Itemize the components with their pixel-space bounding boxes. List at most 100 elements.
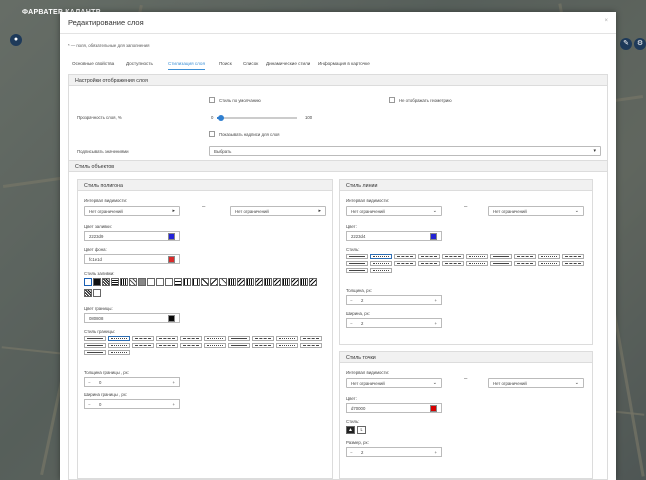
- line-style-option[interactable]: [132, 336, 154, 341]
- fill-pattern-option[interactable]: [93, 289, 101, 297]
- tab-dynamic-styles[interactable]: Динамические стили: [266, 61, 310, 66]
- line-style-option[interactable]: [276, 343, 298, 348]
- line-style-option[interactable]: [252, 343, 274, 348]
- fill-pattern-option[interactable]: [201, 278, 209, 286]
- tab-layer-styling[interactable]: Стилизация слоя: [168, 61, 205, 70]
- minus-icon[interactable]: −: [350, 450, 353, 455]
- line-visibility-from-select[interactable]: Нет ограничений ⌄: [346, 206, 442, 216]
- line-visibility-to-select[interactable]: Нет ограничений ⌄: [488, 206, 584, 216]
- fill-pattern-option[interactable]: [147, 278, 155, 286]
- fill-pattern-option[interactable]: [102, 278, 110, 286]
- fill-pattern-option[interactable]: [309, 278, 317, 286]
- line-style-option[interactable]: [490, 254, 512, 259]
- fill-pattern-option[interactable]: [273, 278, 281, 286]
- line-style-option[interactable]: [538, 261, 560, 266]
- line-style-option[interactable]: [370, 254, 392, 259]
- fill-pattern-option[interactable]: [183, 278, 191, 286]
- line-style-option[interactable]: [562, 261, 584, 266]
- tab-list[interactable]: Список: [243, 61, 258, 66]
- fill-pattern-option[interactable]: [246, 278, 254, 286]
- line-style-option[interactable]: [346, 261, 368, 266]
- background-color-swatch[interactable]: [168, 256, 175, 263]
- line-style-option[interactable]: [108, 343, 130, 348]
- fill-pattern-option[interactable]: [84, 278, 92, 286]
- line-style-option[interactable]: [442, 261, 464, 266]
- fill-pattern-option[interactable]: [192, 278, 200, 286]
- border-color-input[interactable]: 080808: [84, 313, 180, 323]
- fill-pattern-option[interactable]: [93, 278, 101, 286]
- border-thickness-stepper[interactable]: − 0 +: [84, 377, 180, 387]
- line-style-option[interactable]: [228, 343, 250, 348]
- show-labels-checkbox[interactable]: [209, 131, 215, 137]
- line-style-option[interactable]: [442, 254, 464, 259]
- point-color-swatch[interactable]: [430, 405, 437, 412]
- fill-color-swatch[interactable]: [168, 233, 175, 240]
- edit-icon[interactable]: ✎: [620, 38, 632, 50]
- line-style-option[interactable]: [514, 261, 536, 266]
- polygon-visibility-from-select[interactable]: Нет ограничений ▸: [84, 206, 180, 216]
- line-style-option[interactable]: [300, 343, 322, 348]
- line-style-option[interactable]: [84, 343, 106, 348]
- border-color-swatch[interactable]: [168, 315, 175, 322]
- fill-color-input[interactable]: 2223d9: [84, 231, 180, 241]
- tab-card-info[interactable]: Информация в карточке: [318, 61, 370, 66]
- line-style-option[interactable]: [346, 268, 368, 273]
- fill-pattern-option[interactable]: [237, 278, 245, 286]
- line-style-option[interactable]: [394, 261, 416, 266]
- close-icon[interactable]: ×: [604, 18, 608, 24]
- minus-icon[interactable]: −: [88, 380, 91, 385]
- point-size-stepper[interactable]: − 2 +: [346, 447, 442, 457]
- line-style-option[interactable]: [276, 336, 298, 341]
- fill-pattern-option[interactable]: [219, 278, 227, 286]
- fill-pattern-option[interactable]: [264, 278, 272, 286]
- tab-main-properties[interactable]: Основные свойства: [72, 61, 114, 66]
- line-style-option[interactable]: [370, 261, 392, 266]
- plus-icon[interactable]: +: [172, 380, 175, 385]
- fill-pattern-option[interactable]: [111, 278, 119, 286]
- minus-icon[interactable]: −: [350, 321, 353, 326]
- line-style-option[interactable]: [132, 343, 154, 348]
- line-style-option[interactable]: [418, 261, 440, 266]
- polygon-visibility-to-select[interactable]: Нет ограничений ▸: [230, 206, 326, 216]
- line-width-stepper[interactable]: − 2 +: [346, 318, 442, 328]
- fill-pattern-option[interactable]: [165, 278, 173, 286]
- line-style-option[interactable]: [84, 350, 106, 355]
- line-style-option[interactable]: [252, 336, 274, 341]
- line-style-option[interactable]: [466, 254, 488, 259]
- line-style-option[interactable]: [204, 343, 226, 348]
- settings-icon[interactable]: ⚙: [634, 38, 646, 50]
- fill-pattern-option[interactable]: [255, 278, 263, 286]
- background-color-input[interactable]: fc1e1d: [84, 254, 180, 264]
- fill-pattern-option[interactable]: [228, 278, 236, 286]
- border-width-stepper[interactable]: − 0 +: [84, 399, 180, 409]
- opacity-slider-track[interactable]: [217, 117, 297, 119]
- fill-pattern-option[interactable]: [138, 278, 146, 286]
- plus-icon[interactable]: +: [434, 450, 437, 455]
- line-style-option[interactable]: [514, 254, 536, 259]
- line-style-option[interactable]: [108, 336, 130, 341]
- plus-icon[interactable]: +: [434, 298, 437, 303]
- line-style-option[interactable]: [180, 336, 202, 341]
- fill-pattern-option[interactable]: [84, 289, 92, 297]
- line-style-option[interactable]: [394, 254, 416, 259]
- line-style-option[interactable]: [180, 343, 202, 348]
- minus-icon[interactable]: −: [88, 402, 91, 407]
- line-color-input[interactable]: 2223d4: [346, 231, 442, 241]
- line-style-option[interactable]: [346, 254, 368, 259]
- plus-icon[interactable]: +: [434, 321, 437, 326]
- line-style-option[interactable]: [370, 268, 392, 273]
- line-style-option[interactable]: [466, 261, 488, 266]
- line-style-option[interactable]: [562, 254, 584, 259]
- line-thickness-stepper[interactable]: − 2 +: [346, 295, 442, 305]
- hide-geometry-checkbox[interactable]: [389, 97, 395, 103]
- plus-icon[interactable]: +: [172, 402, 175, 407]
- line-style-option[interactable]: [156, 343, 178, 348]
- line-style-option[interactable]: [156, 336, 178, 341]
- line-style-option[interactable]: [228, 336, 250, 341]
- point-visibility-from-select[interactable]: Нет ограничений ⌄: [346, 378, 442, 388]
- default-style-checkbox[interactable]: [209, 97, 215, 103]
- line-style-option[interactable]: [300, 336, 322, 341]
- tab-availability[interactable]: Доступность: [126, 61, 153, 66]
- fill-pattern-option[interactable]: [291, 278, 299, 286]
- line-style-option[interactable]: [108, 350, 130, 355]
